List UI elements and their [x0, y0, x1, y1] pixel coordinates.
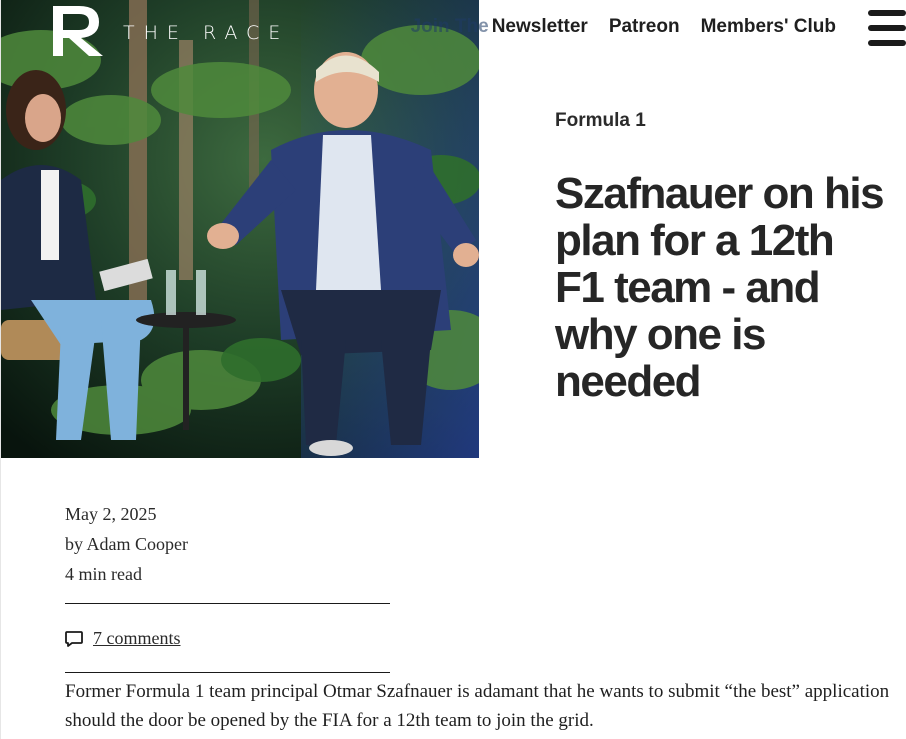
logo-r-icon [53, 6, 103, 56]
article-author[interactable]: by Adam Cooper [65, 529, 188, 559]
comments-link[interactable]: 7 comments [93, 628, 181, 649]
article-headline: Szafnauer on his plan for a 12th F1 team… [555, 169, 885, 406]
site-logo[interactable]: THE RACE [49, 4, 289, 56]
article-page: THE RACE Join The Newsletter Patreon Mem… [0, 0, 906, 739]
nav-newsletter[interactable]: Newsletter [492, 16, 588, 38]
divider [65, 603, 390, 604]
menu-bar [868, 10, 906, 16]
nav-join[interactable]: Join The [411, 16, 489, 38]
comments-link-row[interactable]: 7 comments [64, 628, 181, 649]
article-category[interactable]: Formula 1 [555, 110, 646, 132]
article-intro: Former Formula 1 team principal Otmar Sz… [65, 681, 890, 731]
article-meta: May 2, 2025 by Adam Cooper 4 min read [65, 499, 188, 589]
hero-illustration [1, 0, 479, 458]
article-date: May 2, 2025 [65, 504, 157, 524]
article-read-time: 4 min read [65, 564, 142, 584]
nav-members-club[interactable]: Members' Club [701, 16, 836, 38]
top-navigation: Join The Newsletter Patreon Members' Clu… [371, 16, 836, 38]
menu-bar [868, 25, 906, 31]
menu-bar [868, 40, 906, 46]
comment-icon [65, 630, 83, 647]
hamburger-menu-icon[interactable] [868, 8, 906, 48]
divider [65, 672, 390, 673]
nav-patreon[interactable]: Patreon [609, 16, 680, 38]
hero-image [1, 0, 479, 458]
brand-name: THE RACE [123, 22, 290, 44]
